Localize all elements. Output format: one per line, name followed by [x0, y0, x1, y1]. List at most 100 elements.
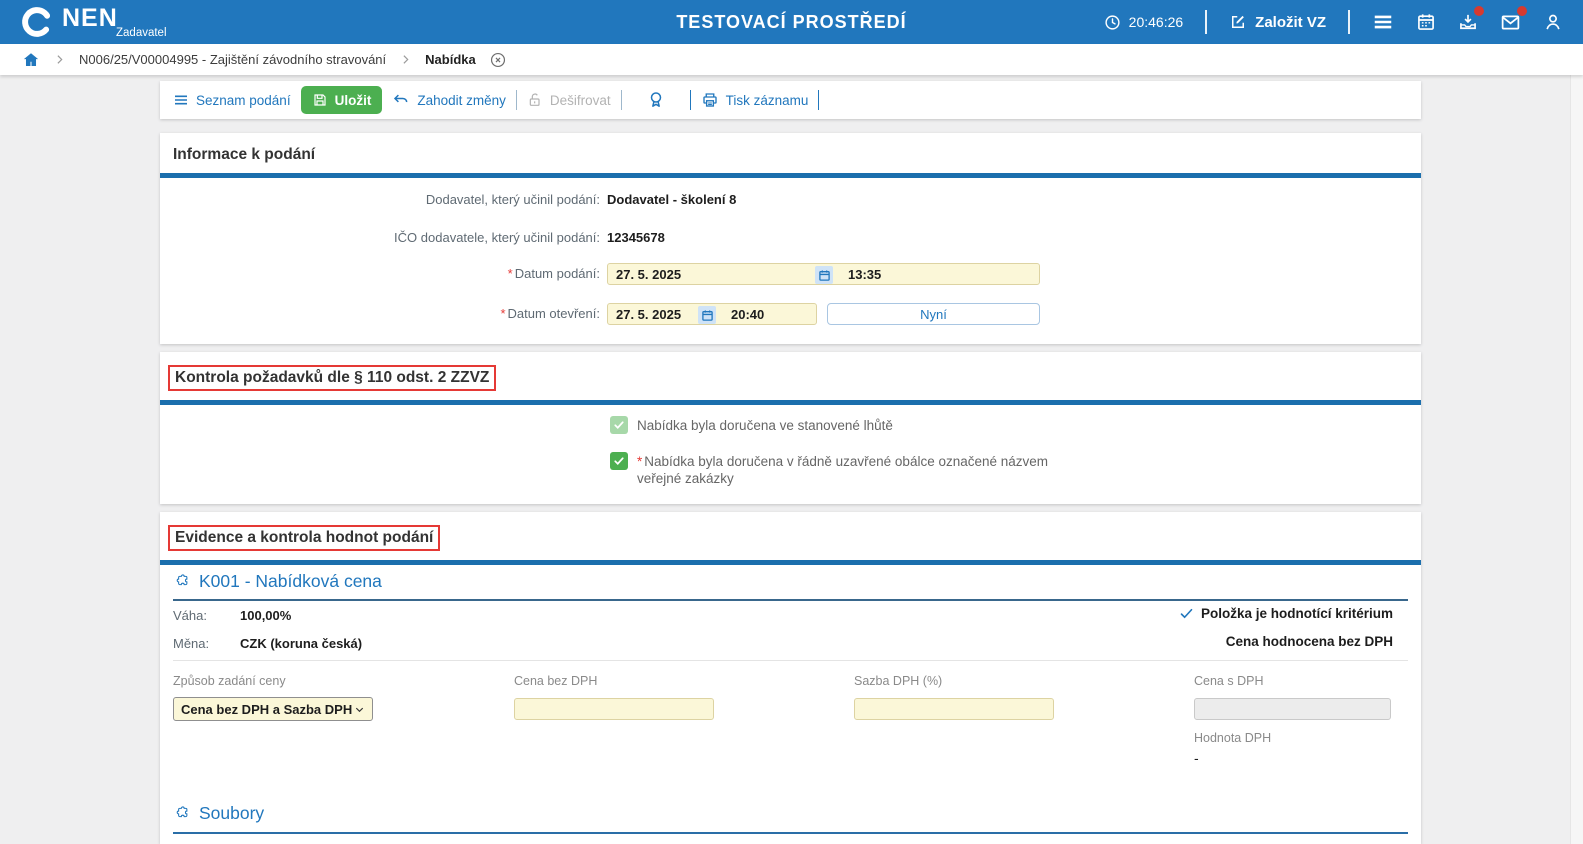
required-marker: * [500, 306, 505, 321]
session-clock: 20:46:26 [1104, 14, 1184, 31]
submission-date-value[interactable]: 27. 5. 2025 [608, 267, 681, 282]
toolbar-divider [690, 90, 691, 110]
discard-changes-button[interactable]: Zahodit změny [392, 91, 506, 109]
row-divider [173, 660, 1408, 661]
vertical-scrollbar[interactable] [1570, 75, 1583, 844]
toolbar-divider [516, 90, 517, 110]
close-tab-icon[interactable] [489, 51, 507, 69]
checkbox-row-sealed-envelope: *Nabídka byla doručena v řádně uzavřené … [610, 452, 1067, 487]
chevron-right-icon [53, 53, 66, 66]
printer-icon [701, 91, 719, 109]
floppy-icon [312, 92, 328, 108]
calendar-button[interactable] [1416, 12, 1436, 32]
supplier-value: Dodavatel - školení 8 [607, 189, 736, 211]
submission-time-value[interactable]: 13:35 [840, 267, 881, 282]
currency-value: CZK (koruna česká) [240, 636, 362, 651]
section-values-evidence: Evidence a kontrola hodnot podání K001 -… [160, 512, 1421, 844]
price-mode-label: Způsob zadání ceny [173, 674, 286, 688]
messages-button[interactable] [1500, 12, 1521, 33]
save-button[interactable]: Uložit [301, 86, 383, 114]
main-menu-button[interactable] [1372, 11, 1394, 33]
section-title-highlighted: Kontrola požadavků dle § 110 odst. 2 ZZV… [168, 365, 496, 391]
home-icon[interactable] [22, 51, 40, 69]
section-submission-info: Informace k podání Dodavatel, který učin… [160, 133, 1421, 344]
required-marker: * [637, 454, 642, 469]
files-underline [173, 832, 1408, 834]
checkbox-checked[interactable] [610, 452, 628, 470]
criterion-note-text: Položka je hodnotící kritérium [1201, 606, 1393, 621]
price-mode-value: Cena bez DPH a Sazba DPH [181, 702, 352, 717]
hamburger-icon [1372, 11, 1394, 33]
edit-icon [1229, 13, 1247, 31]
submission-datetime-field[interactable]: 27. 5. 2025 13:35 [607, 263, 1040, 285]
section-title-highlighted: Evidence a kontrola hodnot podání [168, 525, 440, 551]
vat-amount-value: - [1194, 750, 1199, 766]
messages-notification-dot [1517, 6, 1527, 16]
create-vz-button[interactable]: Založit VZ [1229, 13, 1326, 31]
price-no-vat-input[interactable] [514, 698, 714, 720]
clock-icon [1104, 14, 1121, 31]
check-icon [1179, 606, 1194, 621]
puzzle-icon [173, 805, 191, 823]
vat-note: Cena hodnocena bez DPH [1226, 634, 1393, 649]
print-record-button[interactable]: Tisk záznamu [701, 91, 809, 109]
vat-rate-input[interactable] [854, 698, 1054, 720]
decrypt-button: Dešifrovat [527, 92, 611, 108]
checkbox-label: *Nabídka byla doručena v řádně uzavřené … [637, 452, 1067, 487]
chevron-right-icon [399, 53, 412, 66]
weight-label: Váha: [173, 608, 207, 623]
criterion-note: Položka je hodnotící kritérium [1179, 606, 1393, 621]
inbox-notification-dot [1474, 6, 1484, 16]
price-with-vat-label: Cena s DPH [1194, 674, 1263, 688]
price-no-vat-label: Cena bez DPH [514, 674, 597, 688]
price-mode-select[interactable]: Cena bez DPH a Sazba DPH [173, 697, 373, 721]
files-title: Soubory [199, 803, 264, 824]
criterion-k001-title: K001 - Nabídková cena [199, 571, 382, 592]
section-requirements-check: Kontrola požadavků dle § 110 odst. 2 ZZV… [160, 352, 1421, 504]
header-divider [1205, 10, 1207, 34]
breadcrumb-current: Nabídka [425, 52, 476, 67]
user-profile-button[interactable] [1543, 12, 1563, 32]
checkbox-row-delivered-on-time: Nabídka byla doručena ve stanovené lhůtě [610, 416, 893, 434]
section-rule [160, 173, 1421, 178]
puzzle-icon [173, 573, 191, 591]
submissions-list-label: Seznam podání [196, 93, 291, 108]
submission-date-label: *Datum podání: [160, 263, 600, 285]
vat-rate-label: Sazba DPH (%) [854, 674, 942, 688]
undo-icon [392, 91, 410, 109]
currency-label: Měna: [173, 636, 209, 651]
section-rule [160, 560, 1421, 565]
weight-value: 100,00% [240, 608, 291, 623]
certificate-button[interactable] [646, 90, 666, 110]
calendar-picker-icon[interactable] [698, 306, 716, 324]
calendar-picker-icon[interactable] [815, 266, 833, 284]
criterion-underline [173, 599, 1408, 601]
ico-label: IČO dodavatele, který učinil podání: [160, 227, 600, 249]
create-vz-label: Založit VZ [1255, 14, 1326, 31]
vat-note-text: Cena hodnocena bez DPH [1226, 634, 1393, 649]
calendar-icon [1416, 12, 1436, 32]
person-icon [1543, 12, 1563, 32]
inbox-button[interactable] [1458, 12, 1478, 32]
discard-changes-label: Zahodit změny [417, 93, 506, 108]
opening-date-label: *Datum otevření: [160, 303, 600, 325]
opening-time-value[interactable]: 20:40 [723, 307, 764, 322]
save-label: Uložit [335, 93, 372, 108]
supplier-label: Dodavatel, který učinil podání: [160, 189, 600, 211]
clock-time: 20:46:26 [1129, 14, 1184, 30]
vat-amount-label: Hodnota DPH [1194, 731, 1271, 745]
checkbox-checked-disabled [610, 416, 628, 434]
print-record-label: Tisk záznamu [726, 93, 809, 108]
breadcrumb-procurement[interactable]: N006/25/V00004995 - Zajištění závodního … [79, 52, 386, 67]
opening-date-value[interactable]: 27. 5. 2025 [608, 307, 681, 322]
unlock-icon [527, 92, 543, 108]
price-with-vat-readonly [1194, 698, 1391, 720]
submissions-list-button[interactable]: Seznam podání [173, 92, 291, 108]
section-rule [160, 400, 1421, 405]
record-toolbar: Seznam podání Uložit Zahodit změny Dešif… [160, 81, 1421, 119]
chevron-down-icon [354, 704, 365, 715]
now-button[interactable]: Nyní [827, 303, 1040, 325]
files-heading: Soubory [173, 803, 264, 824]
opening-datetime-field[interactable]: 27. 5. 2025 20:40 [607, 303, 817, 325]
header-divider [1348, 10, 1350, 34]
